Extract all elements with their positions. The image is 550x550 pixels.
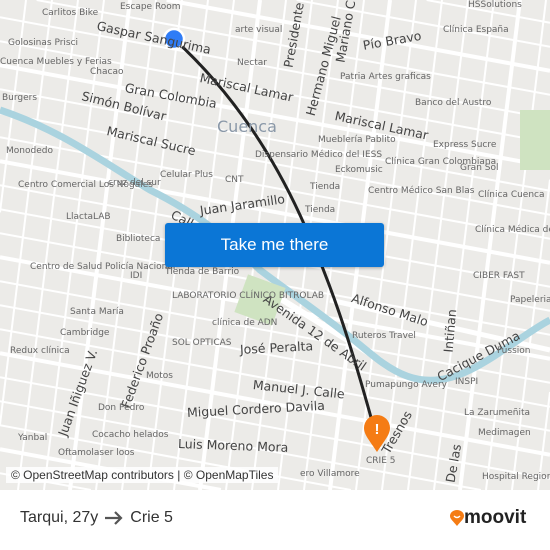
place-label: Motos [146, 371, 173, 381]
place-label: Papeleria Y B [510, 295, 550, 305]
place-label: ero Villamore [300, 469, 360, 479]
place-label: Banco del Austro [415, 98, 492, 108]
place-label: Gran Sol [460, 163, 499, 173]
place-label: HSSolutions [468, 0, 522, 10]
place-label: Patria Artes graficas [340, 72, 431, 82]
place-label: Don Pedro [98, 403, 145, 413]
place-label: Santa María [70, 307, 124, 317]
place-label: Cambridge [60, 328, 110, 338]
place-label: Cuenca Muebles y Ferias [0, 57, 112, 67]
route-summary: Tarqui, 27y Crie 5 [20, 509, 173, 527]
place-label: Nectar [237, 58, 267, 68]
place-label: Monodedo [6, 146, 53, 156]
place-label: Express Sucre [433, 140, 497, 150]
take-me-there-button[interactable]: Take me there [165, 223, 384, 267]
place-label: Escape Room [120, 2, 181, 12]
place-label: Medimagen [478, 428, 531, 438]
moovit-wordmark: moovit [464, 507, 527, 528]
place-label: Clínica España [443, 25, 509, 35]
place-label: Cocacho helados [92, 430, 169, 440]
place-label: LABORATORIO CLÍNICO BITROLAB [172, 291, 325, 301]
place-label: Biblioteca [116, 234, 161, 244]
place-label: clínica de ADN [212, 318, 278, 328]
place-label: Mueblería Pablito [318, 135, 396, 145]
place-label: Tienda [310, 182, 341, 192]
place-label: Eckomusic [335, 165, 383, 175]
place-label: LlactaLAB [66, 212, 111, 222]
place-label: Tienda de Barrio [165, 267, 240, 277]
place-label: Pumapungo Avery [365, 380, 447, 390]
place-label: Fussion [497, 346, 531, 356]
map-attribution[interactable]: © OpenStreetMap contributors | © OpenMap… [6, 467, 279, 483]
place-label: La Zarumeñita [464, 408, 531, 418]
place-label: Centro de Salud Policía Nacional [30, 262, 176, 272]
place-label: CRIE 5 [366, 456, 396, 466]
map[interactable]: ! Gaspar Sangurima Gran Colombia Simón Bol… [0, 0, 550, 490]
place-label: IDI [130, 271, 143, 281]
place-label: Yanbal [18, 433, 48, 443]
place-label: Hospital Regional Vicente Corral [482, 472, 550, 482]
place-label: CIBER FAST [473, 271, 525, 281]
place-label: Clínica Médica del Sur [475, 225, 550, 235]
place-label: Clínica Cuenca [478, 190, 545, 200]
place-label: Chacao [90, 67, 124, 77]
place-label: CNT [225, 175, 244, 185]
place-label: Redux clínica [10, 346, 70, 356]
place-label: arte visual [235, 25, 283, 35]
moovit-pin-icon [450, 510, 464, 526]
place-label: Centro Médico San Blas [368, 186, 475, 196]
place-label: Golosinas Prisci [8, 38, 79, 48]
place-label: Dispensario Médico del IESS [255, 150, 383, 160]
place-label: cruz del sur [108, 178, 161, 188]
city-label: Cuenca [217, 117, 277, 136]
park [520, 110, 550, 170]
place-label: INSPI [455, 377, 479, 387]
place-label: SOL OPTICAS [172, 338, 232, 348]
destination-label: Crie 5 [130, 509, 173, 526]
place-label: Tienda [305, 205, 336, 215]
place-label: Oftamolaser loos [58, 448, 135, 458]
place-label: Ruteros Travel [352, 331, 416, 341]
arrow-right-icon [105, 511, 123, 525]
place-label: Carlitos Bike [42, 8, 99, 18]
place-label: Burgers [2, 93, 38, 103]
origin-label: Tarqui, 27y [20, 509, 99, 526]
moovit-logo[interactable]: moovit [450, 507, 526, 529]
svg-text:!: ! [375, 421, 380, 438]
footer-bar: Tarqui, 27y Crie 5 moovit [0, 490, 550, 550]
place-label: Celular Plus [160, 170, 213, 180]
